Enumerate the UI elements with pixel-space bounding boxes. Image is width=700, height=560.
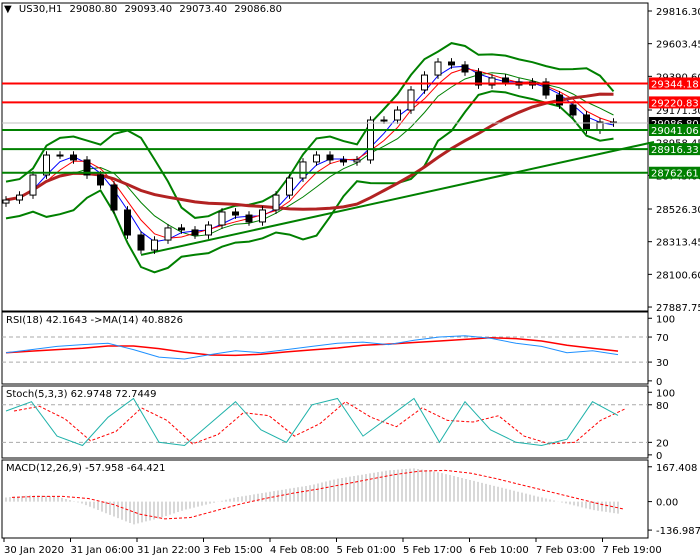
candle-body <box>461 64 469 73</box>
candle-body <box>556 94 563 106</box>
candle-body <box>16 194 23 201</box>
time-axis-label: 4 Feb 08:00 <box>270 545 329 556</box>
candle-body <box>245 214 253 223</box>
price-axis-label: 27887.75 <box>656 303 700 314</box>
candle-body <box>124 209 131 236</box>
time-axis-label: 31 Jan 06:00 <box>71 545 134 556</box>
rsi-axis-label: 70 <box>656 333 669 344</box>
candle-body <box>164 227 172 241</box>
macd-axis-label: -136.987 <box>656 526 700 537</box>
macd-axis-label: 167.408 <box>656 463 697 474</box>
candle-body <box>205 224 212 236</box>
price-axis-label: 28526.30 <box>656 205 700 216</box>
close-price: 29086.80 <box>234 4 282 15</box>
dropdown-triangle-icon[interactable]: ▼ <box>4 4 12 15</box>
candle-body <box>191 229 199 236</box>
time-axis-label: 3 Feb 15:00 <box>204 545 263 556</box>
candle-body <box>367 119 374 161</box>
candle-body <box>232 211 239 216</box>
candle-body <box>353 159 361 163</box>
candle-body <box>407 89 415 111</box>
ma-fast-line <box>5 65 614 243</box>
candle-body <box>299 161 307 179</box>
trend-line <box>140 141 655 256</box>
support-level-label: 28762.61 <box>651 169 699 180</box>
stoch-signal-line <box>13 401 627 445</box>
candle-body <box>313 154 320 163</box>
candle-body <box>70 154 77 161</box>
candle-body <box>259 209 266 223</box>
resistance-level-label: 29220.83 <box>651 98 699 109</box>
trading-chart[interactable]: 29816.3029603.4529390.6029171.3028958.45… <box>0 0 700 560</box>
candle-body <box>326 154 334 161</box>
price-axis-label: 28100.60 <box>656 270 700 281</box>
candle-body <box>569 104 577 116</box>
open-price: 29080.80 <box>69 4 118 15</box>
stoch-axis-label: 100 <box>656 388 675 399</box>
time-axis-label: 31 Jan 22:00 <box>137 545 200 556</box>
resistance-level-label: 29344.18 <box>651 79 699 90</box>
panel-frame-0 <box>1 2 649 312</box>
stoch-axis-label: 20 <box>656 438 669 449</box>
rsi-axis-label: 0 <box>656 377 662 388</box>
candle-body <box>137 234 145 251</box>
candle-body <box>2 199 10 204</box>
macd-title: MACD(12,26,9) -57.958 -64.421 <box>6 463 166 474</box>
candle-body <box>151 239 158 251</box>
time-axis-label: 7 Feb 19:00 <box>603 545 662 556</box>
rsi-axis-label: 100 <box>656 314 675 325</box>
price-axis-label: 28313.45 <box>656 238 700 249</box>
candle-body <box>272 194 280 211</box>
time-axis-label: 7 Feb 03:00 <box>536 545 595 556</box>
candle-body <box>29 174 37 196</box>
time-axis-label: 5 Feb 17:00 <box>403 545 462 556</box>
rsi-title: RSI(18) 42.1643 ->MA(14) 40.8826 <box>6 315 183 326</box>
low-price: 29073.40 <box>179 4 228 15</box>
candle-body <box>380 119 388 122</box>
support-level-label: 28916.33 <box>651 145 699 156</box>
candle-body <box>434 61 442 76</box>
time-axis-label: 30 Jan 2020 <box>4 545 64 556</box>
chart-header: ▼ US30,H1 29080.80 29093.40 29073.40 290… <box>4 4 286 15</box>
stoch-axis-label: 0 <box>656 451 662 462</box>
rsi-axis-label: 30 <box>656 358 669 369</box>
ma-mid-line <box>5 67 614 239</box>
candle-body <box>340 159 347 163</box>
candle-body <box>178 227 185 231</box>
candle-body <box>286 177 293 196</box>
high-price: 29093.40 <box>124 4 173 15</box>
price-axis-label: 29816.30 <box>656 7 700 18</box>
candle-body <box>502 77 509 83</box>
candle-body <box>394 109 401 121</box>
candle-body <box>218 211 226 226</box>
symbol-label: US30,H1 <box>18 4 63 15</box>
stoch-axis-label: 80 <box>656 401 669 412</box>
macd-axis-label: 0.00 <box>656 498 678 509</box>
candle-body <box>110 184 118 211</box>
candle-body <box>97 174 104 186</box>
price-axis-label: 29603.45 <box>656 40 700 51</box>
candle-body <box>56 154 64 157</box>
time-axis-label: 6 Feb 10:00 <box>470 545 529 556</box>
candle-body <box>448 61 455 66</box>
time-axis-label: 5 Feb 01:00 <box>337 545 396 556</box>
support-level-label: 29041.06 <box>651 126 699 137</box>
